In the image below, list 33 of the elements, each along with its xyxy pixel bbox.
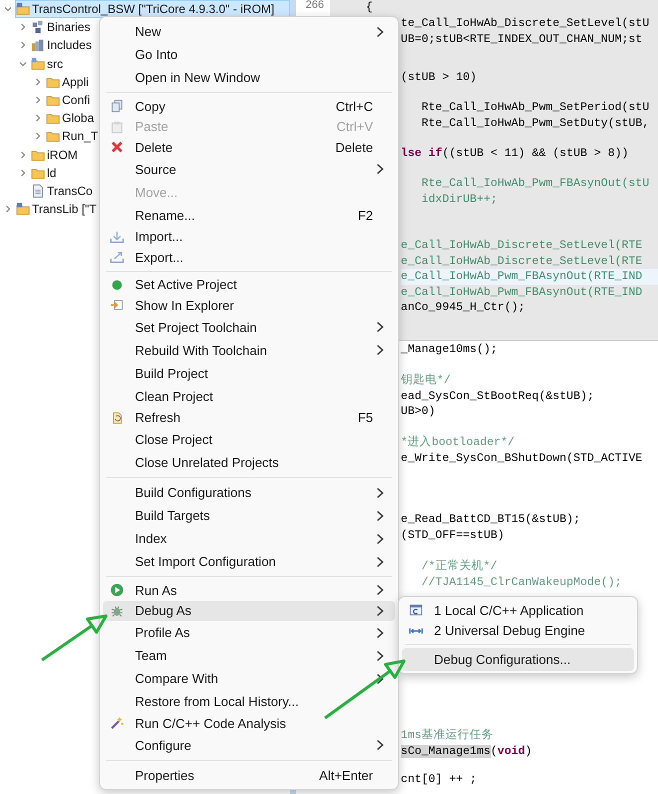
code-line: UB>0) bbox=[400, 404, 436, 420]
keyboard-shortcut: Alt+Enter bbox=[319, 768, 373, 782]
code-line: e_Call_IoHwAb_Pwm_FBAsynOut(RTE_IND bbox=[400, 284, 644, 300]
code-line: e_Call_IoHwAb_Discrete_SetLevel(RTE bbox=[400, 238, 644, 254]
code-line: lse if((stUB < 11) && (stUB > 8)) bbox=[400, 146, 630, 162]
code-line: //TJA1145_ClrCanWakeupMode(); bbox=[420, 574, 623, 590]
keyboard-shortcut: Ctrl+V bbox=[336, 119, 373, 134]
code-line: _Manage10ms(); bbox=[400, 342, 498, 358]
code-line: Rte_Call_IoHwAb_Pwm_SetDuty(stUB, bbox=[420, 116, 650, 132]
code-line: Rte_Call_IoHwAb_Pwm_FBAsynOut(stU bbox=[420, 176, 650, 192]
code-line: 钥匙电*/ bbox=[400, 373, 452, 389]
line-number: 266 bbox=[304, 0, 325, 11]
code-line: ead_SysCon_StBootReq(&stUB); bbox=[400, 388, 596, 404]
code-line: idxDirUB++; bbox=[420, 192, 498, 208]
keyboard-shortcut: Delete bbox=[335, 140, 373, 155]
code-line: (stUB > 10) bbox=[400, 70, 478, 86]
keyboard-shortcut: F5 bbox=[358, 410, 373, 426]
code-line: *进入bootloader*/ bbox=[400, 435, 516, 451]
code-line: e_Call_IoHwAb_Discrete_SetLevel(RTE bbox=[400, 254, 644, 270]
code-line: { bbox=[366, 0, 374, 16]
code-line: te_Call_IoHwAb_Discrete_SetLevel(stU bbox=[400, 16, 650, 31]
code-line: /*正常关机*/ bbox=[420, 559, 498, 575]
keyboard-shortcut: Ctrl+C bbox=[336, 98, 373, 114]
code-line: anCo_9945_H_Ctr(); bbox=[400, 300, 526, 316]
code-line: sCo_Manage1ms(void) bbox=[400, 744, 533, 760]
keyboard-shortcut: F2 bbox=[358, 208, 373, 222]
code-line: e_Write_SysCon_BShutDown(STD_ACTIVE bbox=[400, 450, 644, 466]
code-line: 1ms基准运行任务 bbox=[400, 728, 495, 744]
code-line: UB=0;stUB<RTE_INDEX_OUT_CHAN_NUM;st bbox=[400, 32, 644, 48]
code-line: cnt[0] ++ ; bbox=[400, 772, 478, 788]
code-line: (STD_OFF==stUB) bbox=[400, 528, 506, 544]
code-line: Rte_Call_IoHwAb_Pwm_SetPeriod(stU bbox=[420, 100, 650, 116]
code-line: e_Read_BattCD_BT15(&stUB); bbox=[400, 512, 582, 528]
